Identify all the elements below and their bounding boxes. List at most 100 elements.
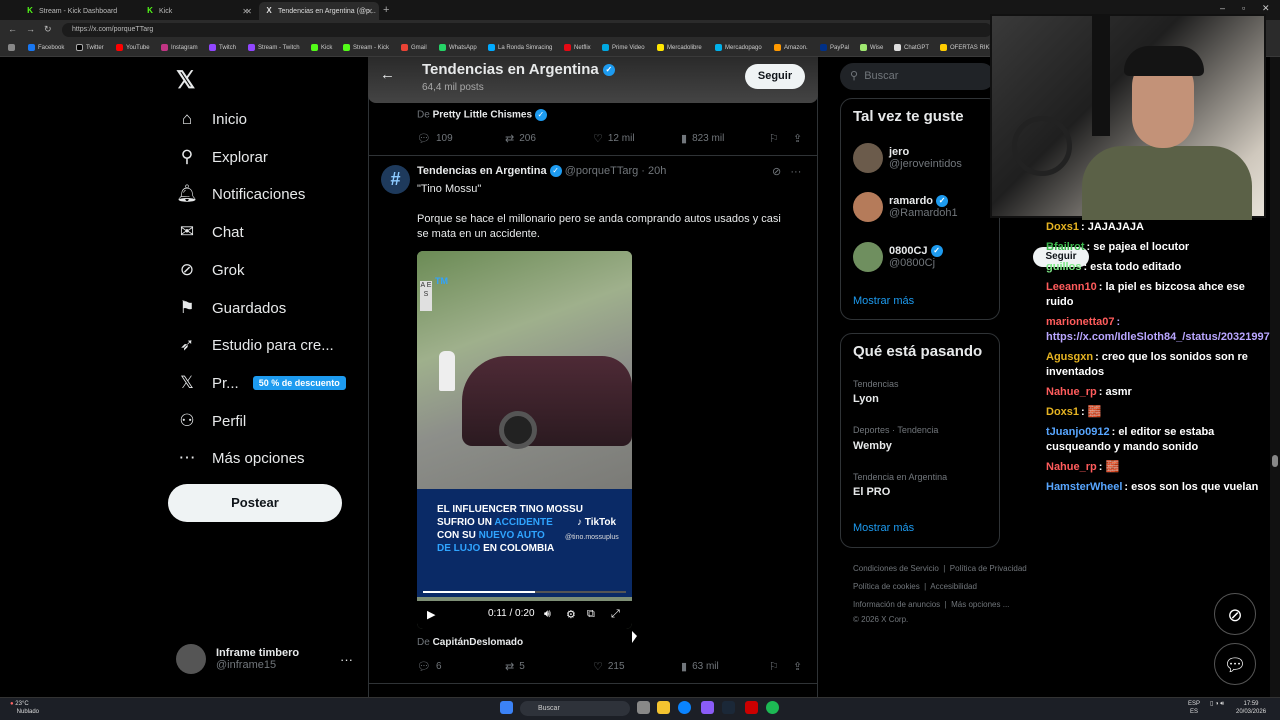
search-input[interactable]: ⚲ Buscar (840, 63, 995, 90)
chat-username[interactable]: marionetta07 (1046, 316, 1114, 328)
chat-username[interactable]: Bfailrot (1046, 241, 1085, 253)
minimize-icon[interactable]: – (1220, 3, 1225, 13)
trend-wemby[interactable]: Wemby (853, 440, 892, 452)
taskbar-search[interactable]: Buscar (520, 701, 630, 716)
repost-button[interactable]: ⇄ 5 (505, 660, 525, 673)
weather-widget[interactable]: ● 23°C Nublado (10, 700, 39, 716)
sidebar-item-explorar[interactable]: ⚲ Explorar (176, 146, 268, 168)
steam-icon[interactable] (722, 701, 735, 714)
url-field[interactable]: https://x.com/porqueTTarg (62, 23, 992, 37)
reply-button[interactable]: 💬︎ 6 (417, 660, 442, 673)
like-button[interactable]: ♡ 215 (593, 660, 625, 673)
settings-icon[interactable]: ⚙ (566, 608, 576, 621)
suggestion-ramardo[interactable]: ramardo ✓ @Ramardoh1 (853, 192, 958, 222)
bookmark-gmail[interactable]: Gmail (401, 44, 427, 51)
chat-username[interactable]: Leeann10 (1046, 281, 1097, 293)
chat-username[interactable]: HamsterWheel (1046, 481, 1122, 493)
play-icon[interactable]: ▶ (427, 608, 435, 621)
bookmark-instagram[interactable]: Instagram (161, 44, 198, 51)
tray-icons[interactable]: ▯ ◑ 🔊︎ (1210, 700, 1224, 708)
bookmark-button[interactable]: ⚐ (769, 132, 784, 145)
bookmark-chatgpt[interactable]: ChatGPT (894, 44, 929, 51)
post-author[interactable]: Tendencias en Argentina ✓ @porqueTTarg ·… (417, 165, 666, 178)
post-button[interactable]: Postear (168, 484, 342, 522)
bookmark-youtube[interactable]: YouTube (116, 44, 150, 51)
start-icon[interactable] (500, 701, 513, 714)
bookmark-twitter[interactable]: Twitter (76, 44, 104, 51)
bookmark-facebook[interactable]: Facebook (28, 44, 64, 51)
chat-username[interactable]: guillos (1046, 261, 1081, 273)
bookmark-wise[interactable]: Wise (860, 44, 883, 51)
bookmark-button[interactable]: ⚐ (769, 660, 784, 673)
bookmark-prime[interactable]: Prime Video (602, 44, 645, 51)
follow-button[interactable]: Seguir (745, 64, 805, 89)
bookmark-stream-twitch[interactable]: Stream - Twitch (248, 44, 300, 51)
views-button[interactable]: ▮ 823 mil (681, 132, 724, 145)
maximize-icon[interactable]: ▫ (1242, 3, 1245, 13)
bookmark-paypal[interactable]: PayPal (820, 44, 849, 51)
tab-tendencias[interactable]: X Tendencias en Argentina (@p... ✕ (259, 2, 379, 20)
page-scrollbar[interactable] (1270, 57, 1280, 697)
sidebar-item-notificaciones[interactable]: 🔔︎ Notificaciones (176, 183, 305, 205)
hashtag-avatar[interactable]: # (381, 165, 410, 194)
chat-fab-icon[interactable]: 💬︎ (1214, 643, 1256, 685)
chat-username[interactable]: Agusgxn (1046, 351, 1093, 363)
suggestion-0800cj[interactable]: 0800CJ ✓ @0800Cj (853, 242, 943, 272)
trend-el-pro[interactable]: El PRO (853, 486, 890, 498)
share-button[interactable]: ⇪ (793, 660, 807, 673)
sidebar-item-grok[interactable]: ⊘ Grok (176, 259, 245, 281)
share-button[interactable]: ⇪ (793, 132, 807, 145)
close-icon[interactable]: ✕ (245, 7, 252, 16)
sidebar-item-chat[interactable]: ✉ Chat (176, 221, 244, 243)
x-logo-icon[interactable]: 𝕏 (176, 66, 195, 95)
obs-icon[interactable] (745, 701, 758, 714)
bookmark-twitch[interactable]: Twitch (209, 44, 236, 51)
scrollbar-thumb[interactable] (1272, 455, 1278, 467)
tab-kick[interactable]: K Kick ✕ (140, 2, 258, 20)
reply-button[interactable]: 💬︎ 109 (417, 132, 453, 145)
more-icon[interactable]: ··· (790, 166, 801, 178)
chat-username[interactable]: Nahue_rp (1046, 386, 1097, 398)
sidebar-item-perfil[interactable]: ⚇ Perfil (176, 410, 246, 432)
chat-username[interactable]: Nahue_rp (1046, 461, 1097, 473)
new-tab-button[interactable]: + (383, 4, 389, 16)
video-player[interactable]: TM A E S EL INFLUENCER TINO MOSSU SUFRIO… (417, 251, 632, 629)
reload-icon[interactable]: ↻ (44, 24, 52, 35)
bookmark-netflix[interactable]: Netflix (564, 44, 591, 51)
grok-fab-icon[interactable]: ⊘ (1214, 593, 1256, 635)
bookmark-whatsapp[interactable]: WhatsApp (439, 44, 477, 51)
source-account-link[interactable]: Pretty Little Chismes (433, 110, 532, 121)
chat-username[interactable]: Doxs1 (1046, 221, 1079, 233)
views-button[interactable]: ▮ 63 mil (681, 660, 719, 673)
task-view-icon[interactable] (637, 701, 650, 714)
bookmark-la-ronda[interactable]: La Ronda Simracing (488, 44, 552, 51)
sidebar-item-premium[interactable]: 𝕏 Pr... 50 % de descuento (176, 372, 346, 394)
back-arrow-icon[interactable]: ← (380, 66, 395, 83)
apps-icon[interactable] (8, 44, 18, 51)
sidebar-item-estudio[interactable]: ➶ Estudio para cre... (176, 334, 334, 356)
pip-icon[interactable]: ⧉ (587, 608, 595, 621)
volume-icon[interactable]: 🔊︎ (544, 608, 551, 621)
bookmark-mercadolibre[interactable]: Mercadolibre (657, 44, 702, 51)
source-account-link[interactable]: CapitánDeslomado (433, 637, 524, 648)
sidebar-item-mas-opciones[interactable]: ⋯ Más opciones (176, 447, 305, 469)
chat-username[interactable]: tJuanjo0912 (1046, 426, 1110, 438)
back-nav-icon[interactable]: ← (8, 24, 17, 34)
discord-icon[interactable] (701, 701, 714, 714)
account-more-icon[interactable]: ··· (340, 652, 353, 667)
bookmark-stream-kick[interactable]: Stream - Kick (343, 44, 389, 51)
video-progress[interactable] (423, 591, 626, 593)
sidebar-item-inicio[interactable]: ⌂ Inicio (176, 108, 247, 130)
chat-username[interactable]: Doxs1 (1046, 406, 1079, 418)
spotify-icon[interactable] (766, 701, 779, 714)
close-window-icon[interactable]: ✕ (1262, 3, 1270, 14)
forward-nav-icon[interactable]: → (26, 24, 35, 34)
bookmark-amazon[interactable]: Amazon. (774, 44, 808, 51)
trend-lyon[interactable]: Lyon (853, 393, 879, 405)
close-icon[interactable]: ✕ (366, 7, 373, 16)
file-explorer-icon[interactable] (657, 701, 670, 714)
edge-icon[interactable] (678, 701, 691, 714)
show-more-trends-link[interactable]: Mostrar más (853, 522, 914, 534)
grok-icon[interactable]: ⊘ (772, 166, 781, 178)
language-indicator[interactable]: ESP ES (1188, 700, 1200, 716)
